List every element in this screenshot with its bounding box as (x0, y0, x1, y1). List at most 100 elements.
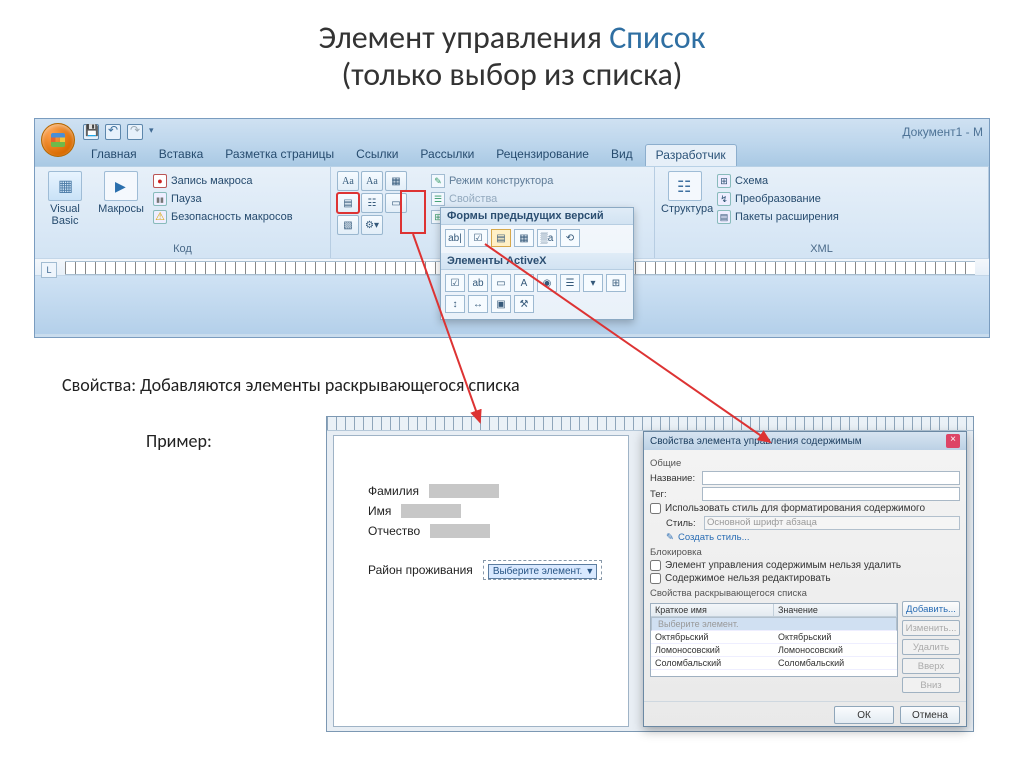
create-style-link[interactable]: ✎ Создать стиль... (650, 532, 960, 543)
ribbon-tabs: ГлавнаяВставкаРазметка страницыСсылкиРас… (35, 144, 989, 166)
lock-edit-checkbox[interactable] (650, 573, 661, 584)
dropdown-list-control-icon[interactable]: ☷ (361, 193, 383, 213)
style-row: Стиль:Основной шрифт абзаца (650, 516, 960, 530)
title-text: Элемент управления (319, 18, 610, 57)
checkbox-form-icon[interactable]: ☑ (468, 229, 488, 247)
name-row: Название: (650, 471, 960, 485)
ok-button[interactable]: ОК (834, 706, 894, 724)
ax-option-icon[interactable]: ◉ (537, 274, 557, 292)
field-lastname: Фамилия (368, 484, 628, 498)
patronymic-label: Отчество (368, 524, 420, 538)
plain-text-control-icon[interactable]: Aa (361, 171, 383, 191)
example-label: Пример: (146, 430, 212, 452)
table-row[interactable]: Выберите элемент. (651, 617, 897, 631)
record-macro-button[interactable]: Запись макроса (153, 173, 293, 189)
save-icon[interactable] (83, 124, 99, 140)
tag-input[interactable] (702, 487, 960, 501)
macros-button[interactable]: Макросы (97, 171, 145, 215)
ax-more-icon[interactable]: ⚒ (514, 295, 534, 313)
title-accent: Список (609, 18, 705, 57)
macro-security-button[interactable]: Безопасность макросов (153, 209, 293, 225)
table-row[interactable]: ОктябрьскийОктябрьский (651, 631, 897, 644)
dropdown-items-table[interactable]: Краткое имя Значение Выберите элемент.Ок… (650, 603, 898, 677)
building-block-control-icon[interactable]: ▧ (337, 215, 359, 235)
table-buttons: Добавить... Изменить... Удалить Вверх Вн… (902, 601, 960, 693)
legacy-tools-button[interactable]: ⚙▾ (361, 215, 383, 235)
properties-button[interactable]: Свойства (431, 191, 553, 207)
redo-icon[interactable] (127, 124, 143, 140)
ax-combo-icon[interactable]: ▾ (583, 274, 603, 292)
textbox-form-icon[interactable]: ab| (445, 229, 465, 247)
ax-spin-icon[interactable]: ↕ (445, 295, 465, 313)
frame-form-icon[interactable]: ▦ (514, 229, 534, 247)
tag-label: Тег: (650, 489, 698, 500)
tab-вид[interactable]: Вид (601, 144, 643, 166)
ax-image-icon[interactable]: ▣ (491, 295, 511, 313)
undo-icon[interactable] (105, 124, 121, 140)
tab-ссылки[interactable]: Ссылки (346, 144, 408, 166)
qat-dropdown-icon[interactable] (149, 124, 157, 140)
tab-рецензирование[interactable]: Рецензирование (486, 144, 599, 166)
up-button[interactable]: Вверх (902, 658, 960, 674)
firstname-field[interactable] (401, 504, 461, 518)
region-dropdown[interactable]: Выберите элемент. (488, 564, 597, 579)
tab-вставка[interactable]: Вставка (149, 144, 214, 166)
ax-scroll-icon[interactable]: ↔ (468, 295, 488, 313)
office-button[interactable] (41, 123, 75, 157)
ax-button-icon[interactable]: ▭ (491, 274, 511, 292)
dialog-close-button[interactable]: × (946, 434, 960, 448)
record-icon (153, 174, 167, 188)
document-with-dialog: Фамилия Имя Отчество Район проживания Вы… (326, 416, 974, 732)
transform-button[interactable]: ↯Преобразование (717, 191, 839, 207)
slide-title: Элемент управления Список (0, 0, 1024, 57)
use-style-checkbox[interactable] (650, 503, 661, 514)
structure-icon (668, 171, 702, 201)
visual-basic-icon (48, 171, 82, 201)
field-region: Район проживания Выберите элемент. (368, 560, 628, 580)
use-style-label: Использовать стиль для форматирования со… (665, 503, 925, 514)
name-input[interactable] (702, 471, 960, 485)
schema-button[interactable]: ⊞Схема (717, 173, 839, 189)
tab-рассылки[interactable]: Рассылки (410, 144, 484, 166)
cancel-button[interactable]: Отмена (900, 706, 960, 724)
rich-text-control-icon[interactable]: Aa (337, 171, 359, 191)
tab-разметка страницы[interactable]: Разметка страницы (215, 144, 344, 166)
shield-icon (153, 210, 167, 224)
ax-textbox-icon[interactable]: ab (468, 274, 488, 292)
field-patronymic: Отчество (368, 524, 628, 538)
titlebar: Документ1 - M (35, 119, 989, 144)
visual-basic-button[interactable]: Visual Basic (41, 171, 89, 227)
group-code: Visual Basic Макросы Запись макроса Пауз… (35, 167, 331, 258)
design-mode-icon (431, 174, 445, 188)
table-row[interactable]: ЛомоносовскийЛомоносовский (651, 644, 897, 657)
reset-form-icon[interactable]: ⟲ (560, 229, 580, 247)
tab-главная[interactable]: Главная (81, 144, 147, 166)
down-button[interactable]: Вниз (902, 677, 960, 693)
lastname-field[interactable] (429, 484, 499, 498)
shading-form-icon[interactable]: ▒a (537, 229, 557, 247)
tab-разработчик[interactable]: Разработчик (645, 144, 737, 166)
picture-control-icon[interactable]: ▦ (385, 171, 407, 191)
ax-label-icon[interactable]: A (514, 274, 534, 292)
combo-box-control-icon[interactable]: ▤ (337, 193, 359, 213)
delete-button[interactable]: Удалить (902, 639, 960, 655)
expansion-packs-button[interactable]: ▤Пакеты расширения (717, 209, 839, 225)
table-row[interactable]: СоломбальскийСоломбальский (651, 657, 897, 670)
patronymic-field[interactable] (430, 524, 490, 538)
ax-checkbox-icon[interactable]: ☑ (445, 274, 465, 292)
design-mode-button[interactable]: Режим конструктора (431, 173, 553, 189)
ax-list-icon[interactable]: ☰ (560, 274, 580, 292)
lock-delete-checkbox[interactable] (650, 560, 661, 571)
lastname-label: Фамилия (368, 484, 419, 498)
word-ribbon-screenshot: Документ1 - M ГлавнаяВставкаРазметка стр… (34, 118, 990, 338)
ax-toggle-icon[interactable]: ⊞ (606, 274, 626, 292)
structure-button[interactable]: Структура (661, 171, 709, 215)
style-select[interactable]: Основной шрифт абзаца (704, 516, 960, 530)
add-button[interactable]: Добавить... (902, 601, 960, 617)
packs-icon: ▤ (717, 210, 731, 224)
pause-recording-button[interactable]: Пауза (153, 191, 293, 207)
dropdown-form-icon[interactable]: ▤ (491, 229, 511, 247)
legacy-forms-row: ab| ☑ ▤ ▦ ▒a ⟲ (441, 225, 633, 253)
macros-icon (104, 171, 138, 201)
edit-button[interactable]: Изменить... (902, 620, 960, 636)
